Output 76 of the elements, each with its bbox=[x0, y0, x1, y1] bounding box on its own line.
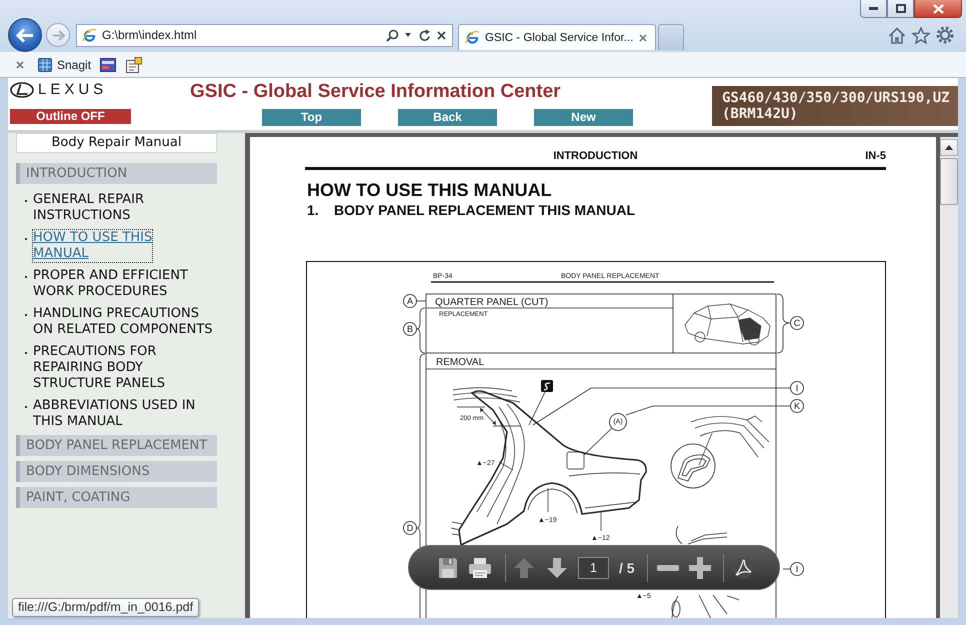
close-icon[interactable] bbox=[639, 34, 647, 42]
print-icon[interactable] bbox=[468, 556, 492, 578]
right-arrow-icon bbox=[52, 30, 64, 40]
back-button[interactable] bbox=[8, 18, 42, 52]
plus-icon[interactable] bbox=[688, 556, 711, 578]
callout-marker: D bbox=[403, 521, 417, 535]
down-arrow-icon[interactable] bbox=[546, 556, 568, 578]
grid-icon bbox=[38, 58, 52, 72]
callout-marker: I bbox=[790, 562, 804, 576]
page-count: / 5 bbox=[619, 560, 635, 576]
maximize-icon bbox=[896, 4, 906, 13]
sidebar-link[interactable]: PROPER AND EFFICIENT WORK PROCEDURES bbox=[33, 268, 188, 300]
left-arrow-icon bbox=[16, 28, 34, 42]
search-icon[interactable] bbox=[386, 28, 399, 42]
logo-wordmark: LEXUS bbox=[38, 82, 108, 98]
section-title: BODY PANEL REPLACEMENT THIS MANUAL bbox=[334, 202, 636, 219]
callout-marker: B bbox=[403, 322, 417, 336]
settings-icon[interactable] bbox=[936, 26, 954, 44]
favorites-item[interactable]: Snagit bbox=[38, 58, 92, 72]
model-line: (BRM142U) bbox=[722, 106, 799, 122]
window-icon[interactable] bbox=[100, 58, 116, 72]
detail-circle-drawing bbox=[670, 444, 716, 488]
nav-button[interactable]: New bbox=[534, 109, 633, 126]
step-label: REMOVAL bbox=[436, 357, 484, 368]
callout-marker: A bbox=[403, 294, 417, 308]
e-logo-icon bbox=[82, 28, 97, 42]
cross-icon[interactable] bbox=[437, 30, 446, 40]
callout-marker: K bbox=[790, 399, 804, 413]
address-field[interactable]: G:\brm\index.html bbox=[76, 24, 453, 46]
leader-line bbox=[584, 428, 612, 456]
callout-marker: I bbox=[790, 381, 804, 395]
weld-symbol-icon bbox=[541, 380, 553, 392]
section-number: 1. bbox=[307, 202, 320, 219]
logo-emblem-icon bbox=[10, 82, 34, 98]
nav-button[interactable]: Back bbox=[398, 109, 497, 126]
part-name: QUARTER PANEL (CUT) bbox=[435, 297, 548, 308]
leader-line bbox=[600, 512, 602, 532]
browser-tab[interactable]: GSIC - Global Service Infor... bbox=[458, 24, 656, 50]
page-number-field[interactable]: 1 bbox=[578, 556, 609, 578]
refresh-icon[interactable] bbox=[419, 28, 431, 42]
document-title: HOW TO USE THIS MANUAL bbox=[307, 179, 553, 201]
scrollbar-thumb[interactable] bbox=[940, 158, 958, 205]
callout-marker: C bbox=[790, 316, 804, 330]
scroll-up-button[interactable] bbox=[940, 139, 958, 156]
dimension-line bbox=[456, 406, 522, 426]
home-icon[interactable] bbox=[888, 26, 906, 44]
page-number: IN-5 bbox=[865, 150, 886, 163]
sidebar-link[interactable]: HANDLING PRECAUTIONS ON RELATED COMPONENTS bbox=[33, 306, 213, 338]
caret-icon[interactable] bbox=[405, 33, 411, 37]
minimize-icon bbox=[869, 7, 878, 10]
sidebar-link[interactable]: GENERAL REPAIR INSTRUCTIONS bbox=[33, 192, 144, 224]
model-line: GS460/430/350/300/URS190,UZ bbox=[722, 90, 951, 106]
minus-icon[interactable] bbox=[656, 564, 679, 570]
star-icon[interactable] bbox=[912, 26, 930, 44]
e-logo-icon bbox=[465, 30, 480, 45]
close-button[interactable] bbox=[914, 0, 962, 18]
pillar-detail-drawing bbox=[672, 594, 740, 618]
manual-title: Body Repair Manual bbox=[16, 133, 217, 153]
sidebar-link[interactable]: ABBREVIATIONS USED IN THIS MANUAL bbox=[33, 398, 196, 430]
logo-icon[interactable] bbox=[732, 556, 754, 578]
running-header: INTRODUCTION bbox=[553, 150, 638, 163]
maximize-button[interactable] bbox=[887, 0, 914, 18]
minimize-button[interactable] bbox=[860, 0, 887, 18]
outline-toggle-button[interactable]: Outline OFF bbox=[10, 109, 131, 124]
url-tooltip: file:///G:/brm/pdf/m_in_0016.pdf bbox=[12, 598, 200, 617]
site-title: GSIC - Global Service Information Center bbox=[190, 81, 562, 103]
nav-button[interactable]: Top bbox=[262, 109, 361, 126]
close-icon bbox=[932, 4, 944, 14]
leader-line bbox=[498, 462, 514, 470]
sidebar-link[interactable]: HOW TO USE THIS MANUAL bbox=[33, 230, 152, 262]
up-caret-icon bbox=[945, 145, 953, 150]
save-icon[interactable] bbox=[438, 556, 458, 578]
panel-edge-drawing bbox=[676, 526, 728, 544]
close-icon[interactable] bbox=[16, 60, 24, 68]
leader-line bbox=[782, 568, 791, 570]
sidebar-link[interactable]: PRECAUTIONS FOR REPAIRING BODY STRUCTURE PANELS bbox=[33, 344, 165, 392]
